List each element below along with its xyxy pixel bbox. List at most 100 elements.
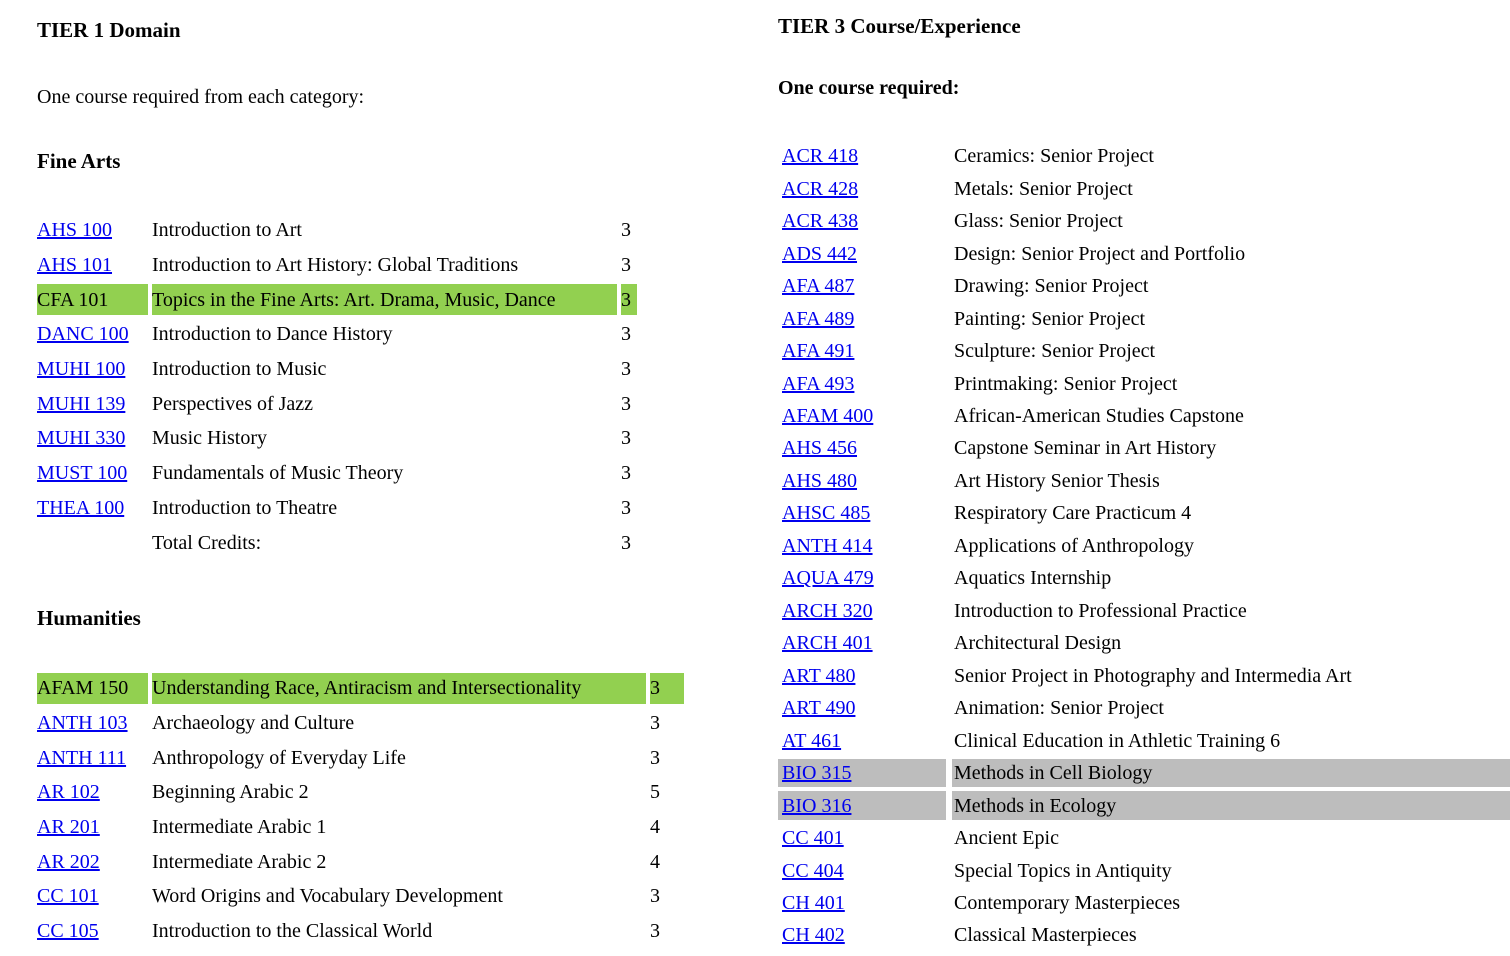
course-code-link[interactable]: AR 201	[37, 816, 100, 838]
course-code-link[interactable]: ARCH 401	[782, 632, 873, 654]
course-code-link[interactable]: THEA 100	[37, 497, 124, 519]
course-code-link[interactable]: AFA 489	[782, 308, 854, 330]
course-title-cell: Capstone Seminar in Art History	[952, 432, 1510, 464]
course-code-link[interactable]: AFAM 400	[782, 405, 873, 427]
course-credits-cell: 3	[621, 386, 637, 421]
course-code-link[interactable]: AHS 101	[37, 254, 112, 276]
course-code-link[interactable]: DANC 100	[37, 323, 129, 345]
course-code-link[interactable]: CH 401	[782, 892, 845, 914]
course-title-cell: Beginning Arabic 2	[152, 775, 646, 810]
course-row: BIO 316Methods in Ecology	[778, 789, 1510, 821]
course-code-cell: ANTH 103	[37, 706, 148, 741]
course-row: ANTH 111 Anthropology of Everyday Life3	[37, 740, 684, 775]
course-credits-cell: 3	[650, 740, 684, 775]
course-code-cell: AR 202	[37, 844, 148, 879]
course-code-cell: ANTH 111	[37, 740, 148, 775]
tier3-title: TIER 3 Course/Experience	[778, 14, 1021, 39]
course-code-link[interactable]: ART 490	[782, 697, 855, 719]
course-title-cell: Aquatics Internship	[952, 562, 1510, 594]
course-code-link[interactable]: AFA 487	[782, 275, 854, 297]
course-row: ANTH 103Archaeology and Culture3	[37, 706, 684, 741]
course-row: ART 480Senior Project in Photography and…	[778, 660, 1510, 692]
course-code-link[interactable]: ART 480	[782, 665, 855, 687]
course-row: CFA 101Topics in the Fine Arts: Art. Dra…	[37, 282, 637, 317]
fine-arts-table: AHS 100Introduction to Art3AHS 101Introd…	[33, 213, 641, 560]
course-code-cell: CC 404	[778, 854, 946, 886]
course-code-link[interactable]: ARCH 320	[782, 600, 873, 622]
course-code-link[interactable]: BIO 315	[782, 762, 851, 784]
course-code-cell: ANTH 414	[778, 530, 946, 562]
course-code-link[interactable]: AHS 100	[37, 219, 112, 241]
course-row: CC 401Ancient Epic	[778, 822, 1510, 854]
course-code-link[interactable]: CC 401	[782, 827, 844, 849]
course-code-cell: AFA 493	[778, 367, 946, 399]
course-code-link[interactable]: MUHI 139	[37, 393, 125, 415]
course-title-cell: Contemporary Masterpieces	[952, 887, 1510, 919]
course-code-link[interactable]: AHS 480	[782, 470, 857, 492]
course-code-link[interactable]: ACR 418	[782, 145, 858, 167]
course-title-cell: Word Origins and Vocabulary Development	[152, 879, 646, 914]
course-code-link[interactable]: AHSC 485	[782, 502, 870, 524]
course-code-cell: AHS 456	[778, 432, 946, 464]
course-code-link[interactable]: MUHI 330	[37, 427, 125, 449]
course-row: AQUA 479 Aquatics Internship	[778, 562, 1510, 594]
course-code-cell: BIO 316	[778, 789, 946, 821]
course-code-link[interactable]: AR 202	[37, 851, 100, 873]
course-credits-cell: 3	[621, 421, 637, 456]
course-credits-cell: 3	[650, 706, 684, 741]
course-code-cell: AFA 487	[778, 270, 946, 302]
course-title-cell: Introduction to Theatre	[152, 491, 617, 526]
course-title-cell: Introduction to Art History: Global Trad…	[152, 248, 617, 283]
course-row: ACR 438Glass: Senior Project	[778, 205, 1510, 237]
course-code-link[interactable]: ACR 438	[782, 210, 858, 232]
humanities-table: AFAM 150Understanding Race, Antiracism a…	[33, 671, 688, 949]
course-title-cell: Applications of Anthropology	[952, 530, 1510, 562]
course-title-cell: Understanding Race, Antiracism and Inter…	[152, 671, 646, 706]
course-code-cell: ART 490	[778, 692, 946, 724]
course-credits-cell: 3	[621, 248, 637, 283]
course-title-cell: Sculpture: Senior Project	[952, 335, 1510, 367]
course-code-cell: CH 402	[778, 919, 946, 951]
course-code-link[interactable]: AHS 456	[782, 437, 857, 459]
course-title-cell: Music History	[152, 421, 617, 456]
course-row: CC 101 Word Origins and Vocabulary Develo…	[37, 879, 684, 914]
course-row: MUHI 330 Music History3	[37, 421, 637, 456]
course-row: MUHI 139Perspectives of Jazz3	[37, 386, 637, 421]
course-code-link[interactable]: AFA 493	[782, 373, 854, 395]
course-code-link[interactable]: AFA 491	[782, 340, 854, 362]
course-code-link[interactable]: MUST 100	[37, 462, 127, 484]
course-code-link[interactable]: ANTH 111	[37, 747, 126, 769]
course-code-link[interactable]: ADS 442	[782, 243, 857, 265]
course-code-link[interactable]: ACR 428	[782, 178, 858, 200]
course-row: AT 461Clinical Education in Athletic Tra…	[778, 724, 1510, 756]
course-code-link[interactable]: AQUA 479	[782, 567, 874, 589]
course-code-link[interactable]: CC 404	[782, 860, 844, 882]
humanities-heading: Humanities	[37, 606, 141, 631]
course-row: AR 201Intermediate Arabic 14	[37, 810, 684, 845]
course-code-cell: ART 480	[778, 660, 946, 692]
course-code-link[interactable]: ANTH 414	[782, 535, 873, 557]
course-credits-cell: 3	[650, 914, 684, 949]
course-row: AFAM 150Understanding Race, Antiracism a…	[37, 671, 684, 706]
course-code-link[interactable]: CC 105	[37, 920, 99, 942]
course-credits-cell: 3	[621, 317, 637, 352]
course-code-link[interactable]: CC 101	[37, 885, 99, 907]
course-credits-cell: 3	[621, 456, 637, 491]
course-code-link[interactable]: AR 102	[37, 781, 100, 803]
course-row: DANC 100Introduction to Dance History3	[37, 317, 637, 352]
course-code-link[interactable]: ANTH 103	[37, 712, 128, 734]
course-credits-cell: 3	[621, 352, 637, 387]
course-row: Total Credits:3	[37, 525, 637, 560]
course-code-link[interactable]: CH 402	[782, 924, 845, 946]
tier1-subtitle: One course required from each category:	[37, 85, 364, 109]
course-credits-cell: 3	[621, 491, 637, 526]
course-code-cell: CFA 101	[37, 282, 148, 317]
course-code-link[interactable]: MUHI 100	[37, 358, 125, 380]
course-code-link[interactable]: BIO 316	[782, 795, 851, 817]
course-credits-cell: 3	[621, 525, 637, 560]
course-title-cell: Anthropology of Everyday Life	[152, 740, 646, 775]
course-row: AFA 487Drawing: Senior Project	[778, 270, 1510, 302]
course-row: ART 490Animation: Senior Project	[778, 692, 1510, 724]
tier1-title: TIER 1 Domain	[37, 18, 181, 43]
course-code-link[interactable]: AT 461	[782, 730, 841, 752]
